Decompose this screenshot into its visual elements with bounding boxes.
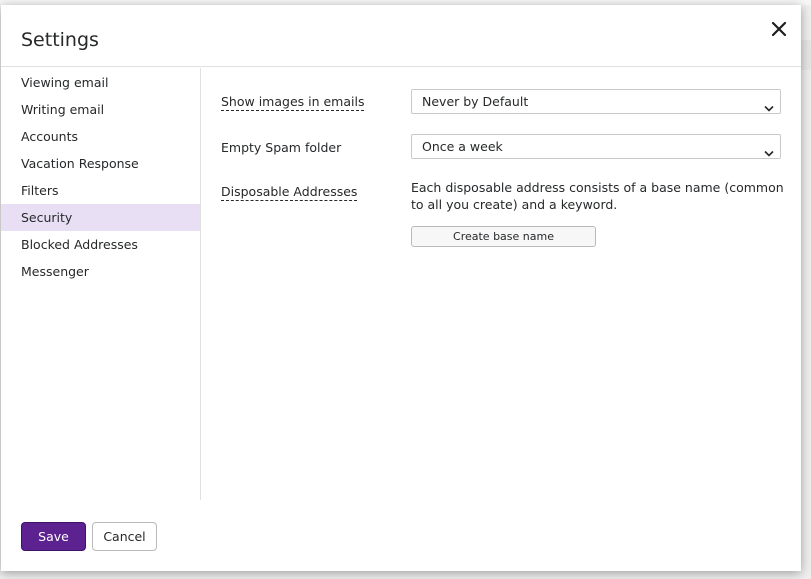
sidebar-item-viewing-email[interactable]: Viewing email	[1, 69, 200, 96]
close-icon	[771, 21, 787, 37]
sidebar-item-messenger[interactable]: Messenger	[1, 258, 200, 285]
create-base-name-button[interactable]: Create base name	[411, 226, 596, 247]
dialog-title: Settings	[21, 29, 99, 51]
sidebar-item-accounts[interactable]: Accounts	[1, 123, 200, 150]
security-settings-panel: Show images in emails Never by Default E…	[201, 68, 801, 500]
sidebar-item-filters[interactable]: Filters	[1, 177, 200, 204]
empty-spam-select[interactable]: Once a week	[411, 134, 781, 159]
chevron-down-icon	[764, 142, 774, 165]
sidebar-item-blocked-addresses[interactable]: Blocked Addresses	[1, 231, 200, 258]
show-images-select[interactable]: Never by Default	[411, 89, 781, 114]
sidebar-item-security[interactable]: Security	[1, 204, 200, 231]
cancel-button[interactable]: Cancel	[92, 522, 157, 551]
disposable-addresses-description: Each disposable address consists of a ba…	[411, 180, 784, 212]
empty-spam-label: Empty Spam folder	[221, 140, 342, 155]
dialog-footer: Save Cancel	[1, 500, 801, 571]
dialog-header: Settings	[1, 5, 801, 67]
show-images-label[interactable]: Show images in emails	[221, 94, 365, 111]
disposable-addresses-label[interactable]: Disposable Addresses	[221, 184, 358, 201]
settings-sidebar: Viewing email Writing email Accounts Vac…	[1, 68, 201, 500]
empty-spam-selected-value: Once a week	[422, 139, 503, 154]
show-images-selected-value: Never by Default	[422, 94, 529, 109]
sidebar-item-vacation-response[interactable]: Vacation Response	[1, 150, 200, 177]
settings-dialog: Settings Viewing email Writing email Acc…	[1, 5, 801, 571]
background-edge	[801, 40, 811, 70]
close-button[interactable]	[767, 17, 791, 41]
save-button[interactable]: Save	[21, 522, 86, 551]
sidebar-item-writing-email[interactable]: Writing email	[1, 96, 200, 123]
chevron-down-icon	[764, 97, 774, 120]
